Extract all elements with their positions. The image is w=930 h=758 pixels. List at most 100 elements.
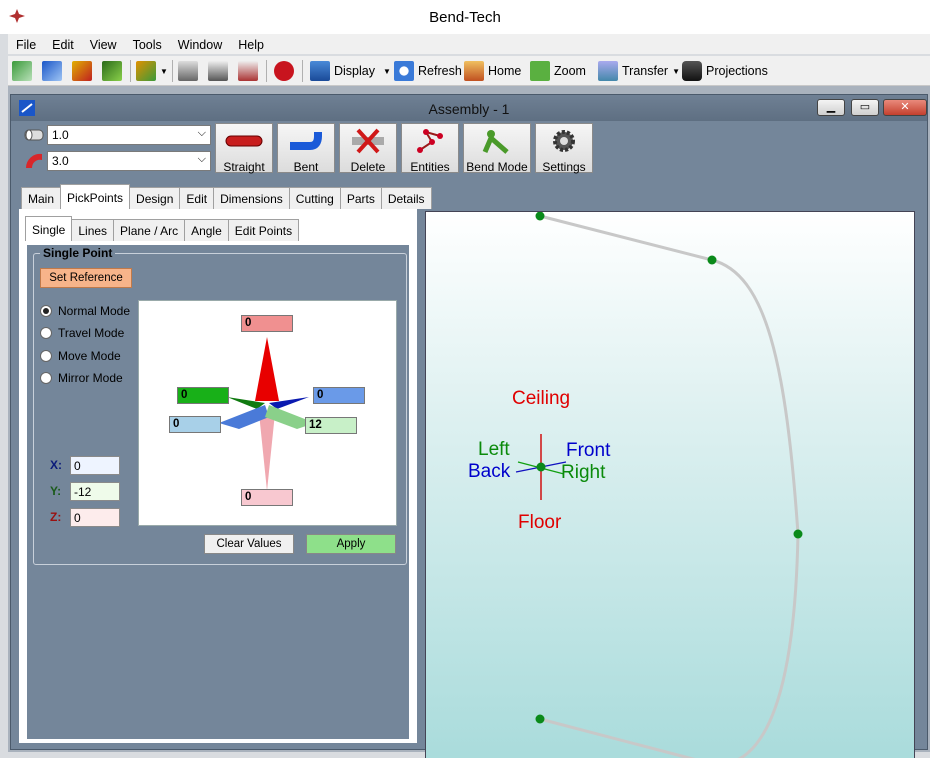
radius-select[interactable]: 3.0 ⌵: [47, 151, 211, 171]
chevron-down-icon: ▼: [160, 66, 168, 76]
tab-cutting[interactable]: Cutting: [288, 187, 341, 209]
tab-edit-points[interactable]: Edit Points: [227, 219, 300, 241]
menu-window[interactable]: Window: [170, 34, 230, 52]
tab-parts[interactable]: Parts: [339, 187, 382, 209]
chevron-down-icon: ⌵: [197, 127, 206, 139]
tab-pickpoints[interactable]: PickPoints: [60, 184, 131, 209]
window-title: Bend-Tech: [429, 9, 501, 26]
radio-normal-mode[interactable]: Normal Mode: [40, 304, 130, 318]
back-value[interactable]: 0: [169, 416, 221, 433]
solidworks-button[interactable]: [274, 59, 298, 83]
print-button[interactable]: [208, 59, 232, 83]
maximize-icon: ▭: [859, 101, 871, 113]
main-tab-strip: Main PickPoints Design Edit Dimensions C…: [21, 184, 432, 209]
delete-button[interactable]: Delete: [339, 123, 397, 174]
zoom-button[interactable]: Zoom: [530, 59, 586, 83]
transfer-dropdown[interactable]: Transfer ▼: [598, 59, 680, 83]
toolbar-separator: [130, 60, 131, 82]
bent-label: Bent: [293, 160, 319, 174]
refresh-button[interactable]: Refresh: [394, 59, 462, 83]
menu-tools[interactable]: Tools: [125, 34, 170, 52]
title-bar: Bend-Tech: [0, 0, 930, 34]
ceiling-label: Ceiling: [512, 388, 571, 409]
set-reference-button[interactable]: Set Reference: [40, 268, 132, 288]
entities-icon: [417, 129, 443, 153]
home-button[interactable]: Home: [464, 59, 521, 83]
chevron-down-icon: ⌵: [197, 153, 206, 165]
new-file-button[interactable]: [12, 59, 36, 83]
tab-main[interactable]: Main: [21, 187, 62, 209]
left-value[interactable]: 0: [177, 387, 229, 404]
zoom-label: Zoom: [554, 64, 586, 78]
tube-icon: [102, 61, 122, 81]
tab-angle[interactable]: Angle: [184, 219, 229, 241]
bend-mode-button[interactable]: Bend Mode: [463, 123, 531, 174]
refresh-icon: [394, 61, 414, 81]
minimize-button[interactable]: ▁: [817, 99, 845, 116]
home-label: Home: [488, 64, 522, 78]
print-setup-button[interactable]: [178, 59, 202, 83]
front-label: Front: [566, 440, 611, 461]
straight-button[interactable]: Straight: [215, 123, 273, 174]
tube-path-drawing: [515, 212, 803, 758]
up-value[interactable]: 0: [241, 315, 293, 332]
tab-dimensions[interactable]: Dimensions: [213, 187, 290, 209]
tab-lines[interactable]: Lines: [71, 219, 115, 241]
tab-plane-arc[interactable]: Plane / Arc: [113, 219, 186, 241]
menu-help[interactable]: Help: [230, 34, 272, 52]
tab-design[interactable]: Design: [129, 187, 181, 209]
open-icon: [42, 61, 62, 81]
z-input[interactable]: 0: [70, 508, 120, 527]
y-label: Y:: [50, 484, 62, 498]
refresh-label: Refresh: [418, 64, 462, 78]
down-value[interactable]: 0: [241, 489, 293, 506]
floor-label: Floor: [518, 512, 562, 533]
diameter-select[interactable]: 1.0 ⌵: [47, 125, 211, 145]
tube-button[interactable]: [102, 59, 126, 83]
toolbar-separator: [266, 60, 267, 82]
transfer-label: Transfer: [622, 64, 669, 78]
x-input[interactable]: 0: [70, 456, 120, 475]
radio-mirror-mode[interactable]: Mirror Mode: [40, 371, 123, 385]
bent-button[interactable]: Bent: [277, 123, 335, 174]
tab-edit[interactable]: Edit: [179, 187, 215, 209]
front-value[interactable]: 0: [313, 387, 365, 404]
tab-single[interactable]: Single: [25, 216, 73, 241]
camera-icon: [682, 61, 702, 81]
radio-dot: [40, 305, 52, 317]
radio-label: Move Mode: [58, 349, 121, 363]
3d-viewport[interactable]: Ceiling Floor Left Back Front Right: [425, 211, 915, 758]
y-input[interactable]: -12: [70, 482, 120, 501]
radio-travel-mode[interactable]: Travel Mode: [40, 326, 124, 340]
component-icon: [136, 61, 156, 81]
clear-values-button[interactable]: Clear Values: [204, 534, 294, 554]
projections-label: Projections: [706, 64, 768, 78]
chevron-down-icon: ▼: [383, 66, 391, 76]
apply-button[interactable]: Apply: [306, 534, 396, 554]
maximize-button[interactable]: ▭: [851, 99, 879, 116]
projections-button[interactable]: Projections: [682, 59, 768, 83]
close-button[interactable]: ✕: [883, 99, 927, 116]
delete-label: Delete: [350, 160, 386, 174]
display-dropdown[interactable]: Display ▼: [310, 59, 391, 83]
save-button[interactable]: [72, 59, 96, 83]
assembly-title: Assembly - 1: [428, 101, 510, 117]
menu-edit[interactable]: Edit: [44, 34, 82, 52]
tab-details[interactable]: Details: [380, 187, 432, 209]
assembly-content: 1.0 ⌵ 3.0 ⌵ Straight Bent Delete Entities …: [11, 121, 927, 758]
assembly-title-bar[interactable]: Assembly - 1 ▁ ▭ ✕: [11, 95, 927, 121]
menu-view[interactable]: View: [82, 34, 125, 52]
entities-button[interactable]: Entities: [401, 123, 459, 174]
display-label: Display: [334, 64, 375, 78]
print-preview-button[interactable]: [238, 59, 262, 83]
settings-button[interactable]: Settings: [535, 123, 593, 174]
direction-widget: 0 0 0 0 12 0: [138, 300, 397, 526]
open-button[interactable]: [42, 59, 66, 83]
print-preview-icon: [238, 61, 258, 81]
radio-move-mode[interactable]: Move Mode: [40, 349, 121, 363]
radio-label: Travel Mode: [58, 326, 125, 340]
component-dropdown[interactable]: ▼: [136, 59, 168, 83]
radio-label: Mirror Mode: [58, 371, 123, 385]
menu-file[interactable]: File: [8, 34, 44, 52]
right-value[interactable]: 12: [305, 417, 357, 434]
